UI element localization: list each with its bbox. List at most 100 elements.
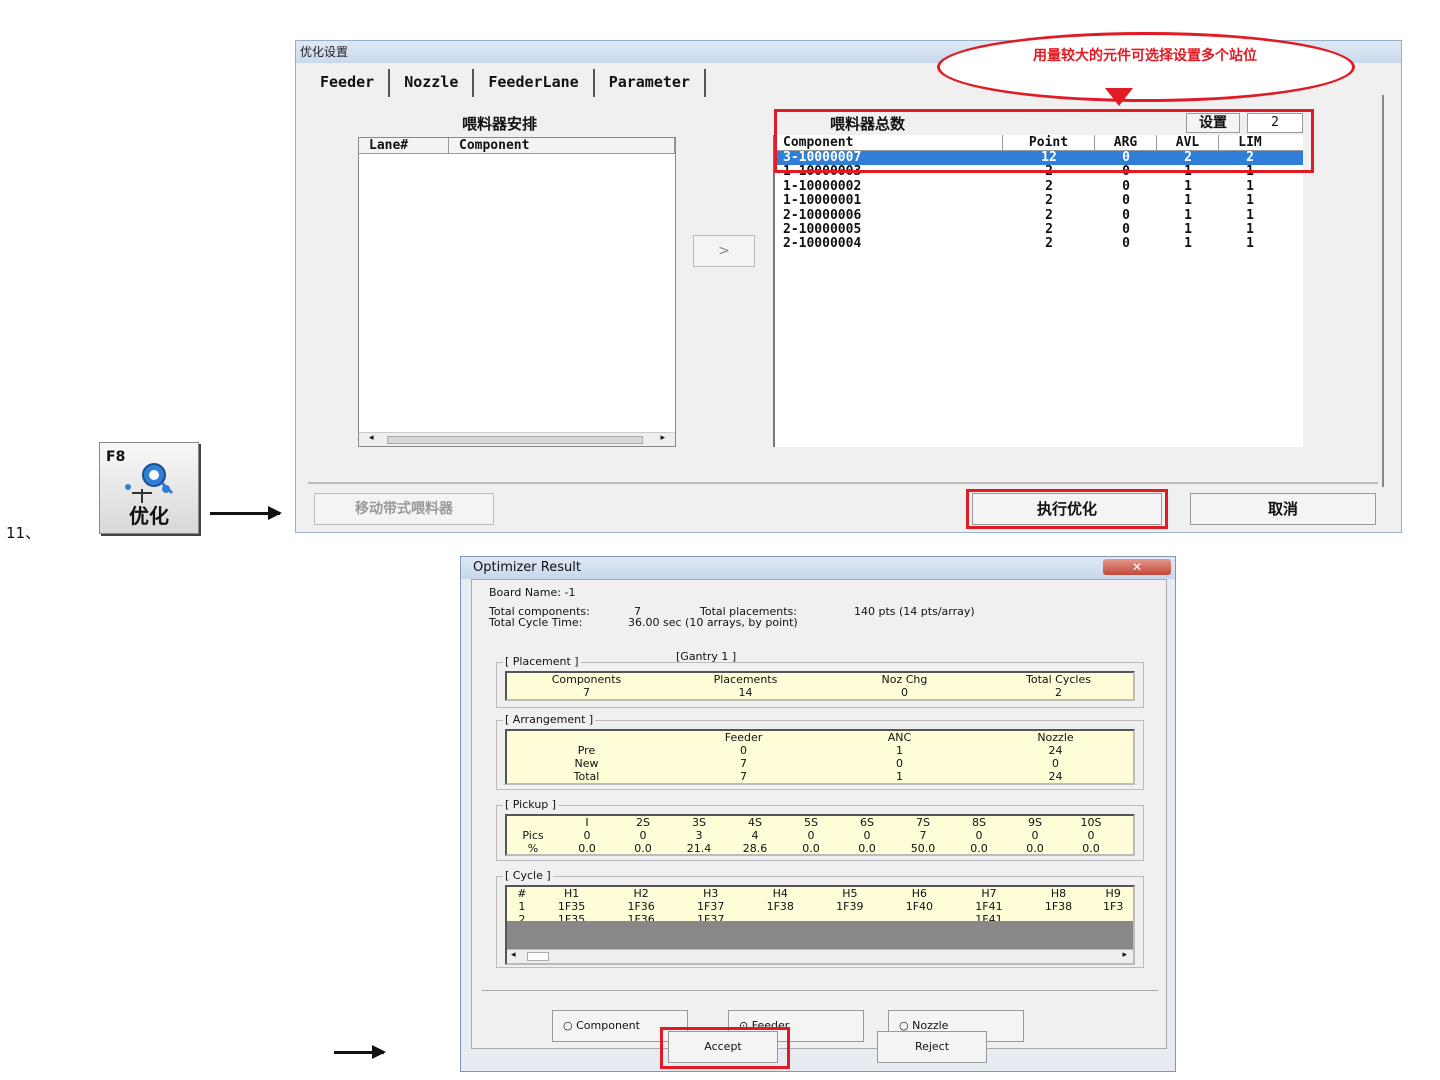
arrangement-row-cell: 1	[896, 770, 903, 783]
placement-header-cell: Noz Chg	[881, 673, 928, 686]
lane-column-header[interactable]: Lane#	[359, 138, 449, 153]
component-cell-avl: 1	[1184, 221, 1192, 237]
reject-button[interactable]: Reject	[877, 1031, 987, 1063]
scroll-thumb[interactable]	[527, 952, 549, 961]
component-row[interactable]: 1-10000003 2 0 1 1	[775, 165, 1303, 179]
component-row[interactable]: 3-10000007 12 0 2 2	[775, 150, 1303, 166]
arrangement-row: New 7 0 0	[507, 757, 1133, 770]
component-cell-arg: 0	[1122, 164, 1130, 180]
scroll-left-icon[interactable]: ◂	[369, 433, 374, 443]
component-cell-arg: 0	[1122, 178, 1130, 194]
arrangement-row-cell: Total	[573, 770, 600, 783]
move-band-feeder-button[interactable]: 移动带式喂料器	[314, 493, 494, 525]
cycle-header-row-cell: H1	[563, 887, 580, 900]
cycle-header-row: # H1 H2 H3 H4 H5 H6 H7 H8 H9	[507, 887, 1133, 900]
pickup-row-cell: 28.6	[742, 842, 768, 855]
result-dialog-title: Optimizer Result	[461, 557, 1175, 579]
pickup-header-row-cell: 5S	[804, 816, 818, 829]
component-list[interactable]: Component Point ARG AVL LIM 3-10000007 12…	[773, 135, 1303, 447]
component-cell-lim: 1	[1246, 193, 1254, 209]
arrangement-header-row: Feeder ANC Nozzle	[507, 731, 1133, 744]
f8-optimize-button[interactable]: F8 优化	[99, 442, 199, 534]
radio-component-label: Component	[576, 1019, 640, 1032]
execute-optimize-button[interactable]: 执行优化	[972, 493, 1162, 525]
cancel-button[interactable]: 取消	[1190, 493, 1376, 525]
component-row[interactable]: 2-10000005 2 0 1 1	[775, 221, 1303, 237]
pickup-row-cell: 0.0	[634, 842, 652, 855]
scroll-thumb[interactable]	[387, 436, 643, 444]
component-row[interactable]: 2-10000004 2 0 1 1	[775, 237, 1303, 251]
pickup-row-cell: 0.0	[802, 842, 820, 855]
cycle-row-cell: 1F38	[766, 900, 794, 913]
pickup-header-row-cell: 10S	[1080, 816, 1102, 829]
cycle-header-row-cell: H5	[842, 887, 858, 900]
f8-button-label: 优化	[129, 504, 169, 528]
board-name: Board Name: -1	[489, 586, 576, 599]
component-cell-name: 1-10000002	[783, 178, 862, 194]
component-cell-avl: 1	[1184, 236, 1192, 252]
result-body: Board Name: -1 Total components: 7 Total…	[471, 579, 1167, 1049]
component-row[interactable]: 1-10000001 2 0 1 1	[775, 193, 1303, 209]
arrangement-row-cell: New	[574, 757, 599, 770]
col-arg[interactable]: ARG	[1095, 135, 1157, 150]
arrow-to-accept	[334, 1045, 386, 1059]
arrow-to-dialog	[210, 506, 282, 520]
lane-list[interactable]: Lane# Component ◂ ▸	[358, 137, 676, 447]
arrangement-header-row-cell: ANC	[887, 731, 912, 744]
scroll-left-icon[interactable]: ◂	[511, 950, 516, 960]
component-cell-arg: 0	[1122, 207, 1130, 223]
cycle-header-row-cell: H6	[911, 887, 928, 900]
component-cell-name: 3-10000007	[783, 150, 862, 165]
col-component[interactable]: Component	[775, 135, 1003, 150]
pickup-header-row-cell: 9S	[1028, 816, 1042, 829]
pickup-header-row-cell: 6S	[860, 816, 874, 829]
component-row[interactable]: 1-10000002 2 0 1 1	[775, 178, 1303, 194]
arrangement-row-cell: 7	[739, 757, 747, 770]
feeder-total-title: 喂料器总数	[830, 115, 906, 133]
component-cell-name: 1-10000001	[783, 193, 862, 209]
cycle-row-cell: 1	[518, 900, 526, 913]
lane-list-scrollbar[interactable]: ◂ ▸	[359, 432, 675, 446]
close-icon[interactable]: ✕	[1103, 559, 1171, 575]
tab-nozzle[interactable]: Nozzle	[390, 69, 475, 97]
arrangement-header-row-cell: Nozzle	[1037, 731, 1074, 744]
pickup-header-row-cell: 7S	[916, 816, 930, 829]
component-row[interactable]: 2-10000006 2 0 1 1	[775, 207, 1303, 223]
component-cell-lim: 1	[1246, 236, 1254, 252]
set-button[interactable]: 设置	[1186, 113, 1240, 133]
set-value-input[interactable]: 2	[1247, 113, 1303, 133]
cycle-group: [ Cycle ] # H1 H2 H3 H4 H5 H6 H7 H8 H9 1 1F35 1F36 1F…	[496, 869, 1144, 968]
pickup-row-cell: 0.0	[858, 842, 876, 855]
tab-parameter[interactable]: Parameter	[595, 69, 706, 97]
component-cell-point: 2	[1045, 221, 1053, 237]
scroll-right-icon[interactable]: ▸	[1122, 950, 1127, 960]
tab-feederlane[interactable]: FeederLane	[474, 69, 595, 97]
accept-button[interactable]: Accept	[668, 1031, 778, 1063]
component-cell-point: 2	[1045, 193, 1053, 209]
move-right-button[interactable]: >	[693, 235, 755, 267]
tab-feeder[interactable]: Feeder	[306, 69, 391, 97]
arrangement-row-cell: 0	[896, 757, 903, 770]
col-point[interactable]: Point	[1003, 135, 1095, 150]
component-column-header[interactable]: Component	[449, 138, 675, 153]
col-avl[interactable]: AVL	[1157, 135, 1219, 150]
pickup-header-row-cell: 3S	[692, 816, 706, 829]
scroll-right-icon[interactable]: ▸	[660, 433, 665, 443]
placement-value-cell: 7	[582, 686, 590, 699]
pickup-row-cell: 0.0	[970, 842, 988, 855]
placement-label: [ Placement ]	[503, 655, 581, 668]
placement-value-cell: 0	[900, 686, 908, 699]
col-lim[interactable]: LIM	[1219, 135, 1281, 150]
cycle-scrollbar[interactable]: ◂ ▸	[507, 949, 1133, 963]
placement-value-row: 7 14 0 2	[507, 686, 1133, 699]
cycle-row-cell: 1F36	[627, 900, 655, 913]
component-cell-name: 2-10000006	[783, 207, 862, 223]
pickup-row-cell: 0	[863, 829, 871, 842]
cycle-row-cell: 1F37	[697, 900, 725, 913]
separator	[308, 482, 1378, 484]
placement-value-cell: 2	[1054, 686, 1062, 699]
pickup-row: Pics 0 0 3 4 0 0 7 0 0 0	[507, 829, 1133, 842]
component-list-header: Component Point ARG AVL LIM	[775, 135, 1303, 151]
pickup-header-row-cell: 2S	[636, 816, 650, 829]
pickup-row-cell: 21.4	[686, 842, 712, 855]
